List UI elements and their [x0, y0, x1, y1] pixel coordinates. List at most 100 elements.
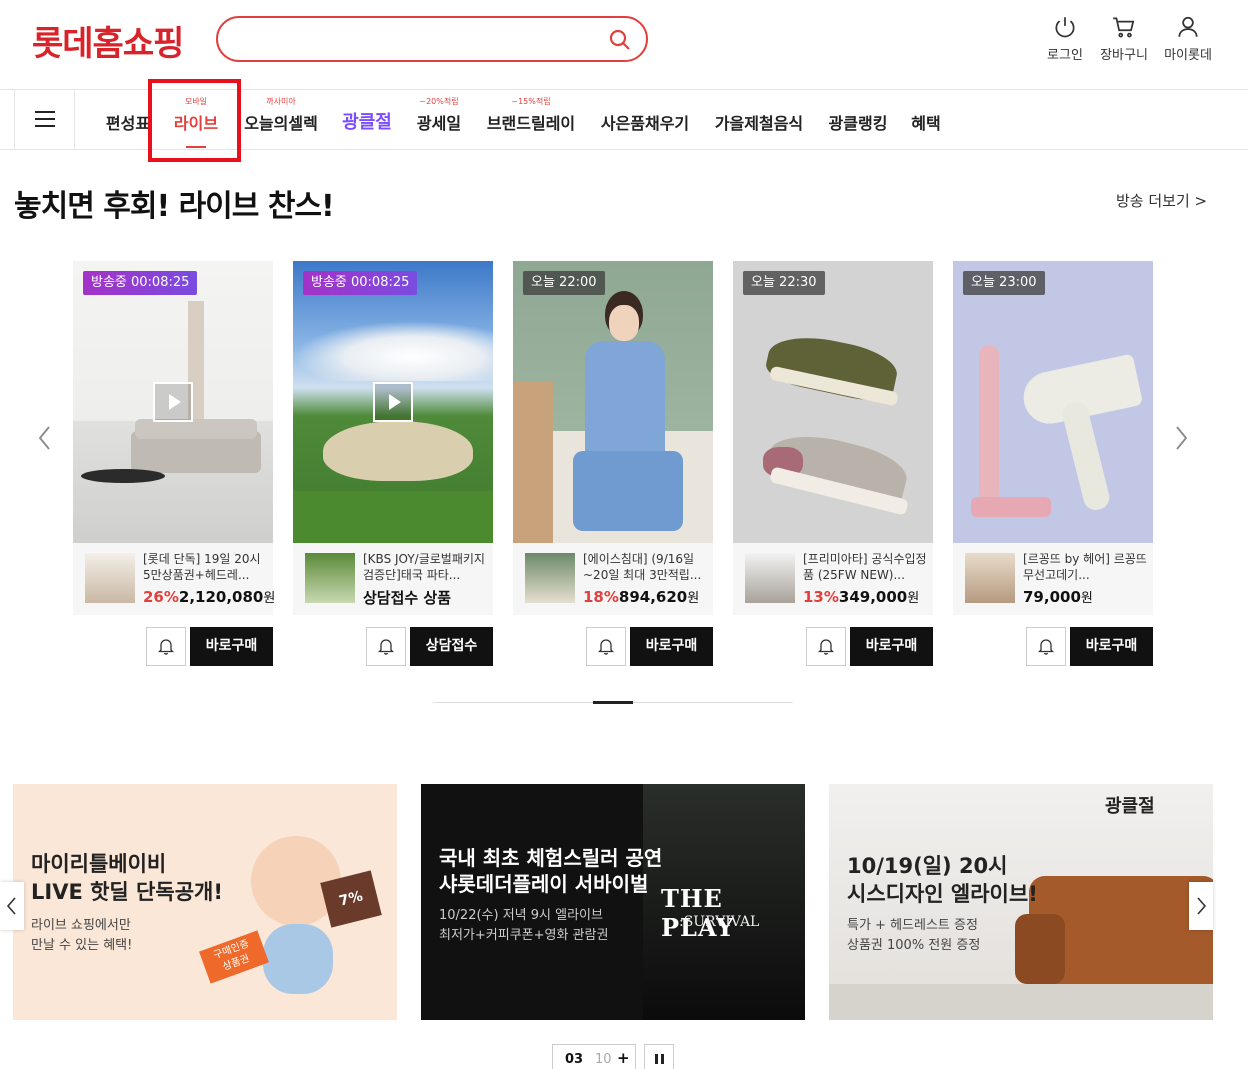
price-unit: 원	[1080, 591, 1093, 606]
nav-today-select[interactable]: 까사미아 오늘의셀렉	[240, 90, 322, 149]
nav-sale[interactable]: ~20%적립 광세일	[410, 90, 468, 149]
user-icon	[1178, 16, 1198, 37]
banner-title-1: 마이리틀베이비	[31, 852, 167, 876]
banner-sub-1: 10/22(수) 저녁 9시 엘라이브	[439, 908, 603, 923]
chevron-left-icon	[6, 897, 16, 915]
banner-sub-1: 특가 + 헤드레스트 증정	[847, 918, 978, 933]
alarm-button[interactable]	[366, 627, 406, 666]
cart-label: 장바구니	[1100, 48, 1148, 63]
price-value: 79,000	[1023, 588, 1081, 606]
product-name[interactable]: [롯데 단독] 19일 20시 5만상품권+헤드레...	[143, 551, 267, 583]
banner-title-2: 시스디자인 엘라이브!	[847, 882, 1038, 906]
product-price: 13%349,000원	[803, 587, 919, 606]
bell-icon	[818, 639, 834, 655]
nav-label: 사은품채우기	[600, 114, 690, 133]
cart-button[interactable]: 장바구니	[1094, 14, 1154, 63]
alarm-button[interactable]	[1026, 627, 1066, 666]
product-thumbnail	[85, 553, 135, 603]
product-name[interactable]: [KBS JOY/글로벌패키지검증단]태국 파타...	[363, 551, 487, 583]
card-thumbnail[interactable]: 오늘 22:00	[513, 261, 713, 543]
card-thumbnail[interactable]: 방송중 00:08:25	[293, 261, 493, 543]
alarm-button[interactable]	[586, 627, 626, 666]
sofa-arm	[1015, 914, 1065, 984]
card-info[interactable]: [KBS JOY/글로벌패키지검증단]태국 파타... 상담접수 상품	[293, 543, 493, 615]
prev-arrow-icon[interactable]	[30, 423, 60, 453]
card-info[interactable]: [르꽁뜨 by 헤어] 르꽁뜨 무선고데기... 79,000원	[953, 543, 1153, 615]
more-broadcast-link[interactable]: 방송 더보기 >	[1116, 190, 1207, 211]
buy-now-button[interactable]: 바로구매	[1070, 627, 1153, 666]
nav-label: 오늘의셀렉	[244, 114, 318, 133]
mylotte-button[interactable]: 마이롯데	[1158, 14, 1218, 63]
pause-button[interactable]	[644, 1044, 674, 1069]
product-thumbnail	[745, 553, 795, 603]
nav-benefit[interactable]: 혜택	[904, 90, 948, 149]
plus-icon[interactable]: +	[617, 1049, 630, 1067]
card-thumbnail[interactable]: 방송중 00:08:25	[73, 261, 273, 543]
banner-next-button[interactable]	[1189, 882, 1213, 930]
banner-sub-2: 상품권 100% 전원 증정	[847, 938, 981, 953]
nav-ranking[interactable]: 광클랭킹	[822, 90, 894, 149]
brand-logo: 광클절	[1105, 796, 1155, 817]
next-arrow-icon[interactable]	[1166, 423, 1196, 453]
poster-title: THE PLAY	[661, 884, 735, 942]
promo-banner[interactable]: 광클절 10/19(일) 20시 시스디자인 엘라이브! 특가 + 헤드레스트 …	[829, 784, 1213, 1020]
banner-pager[interactable]: 03 10 +	[552, 1044, 636, 1069]
price-unit: 원	[263, 591, 276, 606]
card-thumbnail[interactable]: 오늘 23:00	[953, 261, 1153, 543]
banner-prev-button[interactable]	[0, 882, 24, 930]
banner-title-2: LIVE 핫딜 단독공개!	[31, 880, 223, 904]
nav-label: 광클랭킹	[828, 114, 888, 133]
live-card[interactable]: 방송중 00:08:25 [롯데 단독] 19일 20시 5만상품권+헤드레..…	[73, 261, 275, 675]
product-thumbnail	[965, 553, 1015, 603]
nav-tag: 까사미아	[266, 97, 296, 106]
nav-tag: ~15%적립	[511, 97, 551, 106]
cart-icon	[1113, 17, 1135, 38]
search-icon[interactable]	[608, 28, 632, 52]
product-name[interactable]: [에이스침대] (9/16일~20일 최대 3만적립...	[583, 551, 707, 583]
schedule-badge: 오늘 23:00	[963, 271, 1045, 295]
card-thumbnail[interactable]: 오늘 22:30	[733, 261, 933, 543]
alarm-button[interactable]	[146, 627, 186, 666]
card-actions: 바로구매	[733, 615, 933, 675]
banner-sub-1: 라이브 쇼핑에서만	[31, 918, 131, 933]
product-price: 26%2,120,080원	[143, 587, 275, 606]
price-unit: 원	[907, 591, 920, 606]
banner-sub-2: 만날 수 있는 혜택!	[31, 938, 133, 953]
login-button[interactable]: 로그인	[1035, 14, 1095, 63]
poster-subtitle: :SURVIVAL	[679, 914, 760, 930]
nav-label: 가을제철음식	[714, 114, 804, 133]
menu-button[interactable]	[14, 90, 75, 149]
card-info[interactable]: [롯데 단독] 19일 20시 5만상품권+헤드레... 26%2,120,08…	[73, 543, 275, 615]
banner-title-2: 샤롯데더플레이 서바이벌	[439, 872, 649, 896]
consult-button[interactable]: 상담접수	[410, 627, 493, 666]
search-input[interactable]	[234, 26, 604, 52]
card-info[interactable]: [에이스침대] (9/16일~20일 최대 3만적립... 18%894,620…	[513, 543, 713, 615]
nav-brand-relay[interactable]: ~15%적립 브랜드릴레이	[480, 90, 582, 149]
nav-gift[interactable]: 사은품채우기	[594, 90, 696, 149]
product-name[interactable]: [프리미아타] 공식수입정품 (25FW NEW)...	[803, 551, 927, 583]
buy-now-button[interactable]: 바로구매	[630, 627, 713, 666]
live-card[interactable]: 방송중 00:08:25 [KBS JOY/글로벌패키지검증단]태국 파타...…	[293, 261, 493, 675]
promo-banner[interactable]: 마이리틀베이비 LIVE 핫딜 단독공개! 라이브 쇼핑에서만 만날 수 있는 …	[13, 784, 397, 1020]
chevron-right-icon	[1197, 897, 1207, 915]
alarm-button[interactable]	[806, 627, 846, 666]
product-name[interactable]: [르꽁뜨 by 헤어] 르꽁뜨 무선고데기...	[1023, 551, 1147, 583]
live-card[interactable]: 오늘 23:00 [르꽁뜨 by 헤어] 르꽁뜨 무선고데기... 79,000…	[953, 261, 1153, 675]
nav-gwangkeul[interactable]: 광클절	[336, 90, 398, 149]
header: 롯데홈쇼핑 로그인 장바구니 마이롯데	[0, 0, 1248, 90]
search-box[interactable]	[216, 16, 648, 62]
live-badge: 방송중 00:08:25	[303, 271, 418, 295]
promo-banner[interactable]: 국내 최초 체험스릴러 공연 샤롯데더플레이 서바이벌 10/22(수) 저녁 …	[421, 784, 805, 1020]
site-logo[interactable]: 롯데홈쇼핑	[32, 16, 184, 65]
live-card[interactable]: 오늘 22:00 [에이스침대] (9/16일~20일 최대 3만적립... 1…	[513, 261, 713, 675]
buy-now-button[interactable]: 바로구매	[850, 627, 933, 666]
nav-autumn-food[interactable]: 가을제철음식	[708, 90, 810, 149]
login-label: 로그인	[1047, 48, 1083, 63]
card-info[interactable]: [프리미아타] 공식수입정품 (25FW NEW)... 13%349,000원	[733, 543, 933, 615]
discount-rate: 18%	[583, 588, 619, 606]
play-icon[interactable]	[373, 382, 413, 422]
play-icon[interactable]	[153, 382, 193, 422]
buy-now-button[interactable]: 바로구매	[190, 627, 273, 666]
live-card[interactable]: 오늘 22:30 [프리미아타] 공식수입정품 (25FW NEW)... 13…	[733, 261, 933, 675]
product-thumbnail	[305, 553, 355, 603]
